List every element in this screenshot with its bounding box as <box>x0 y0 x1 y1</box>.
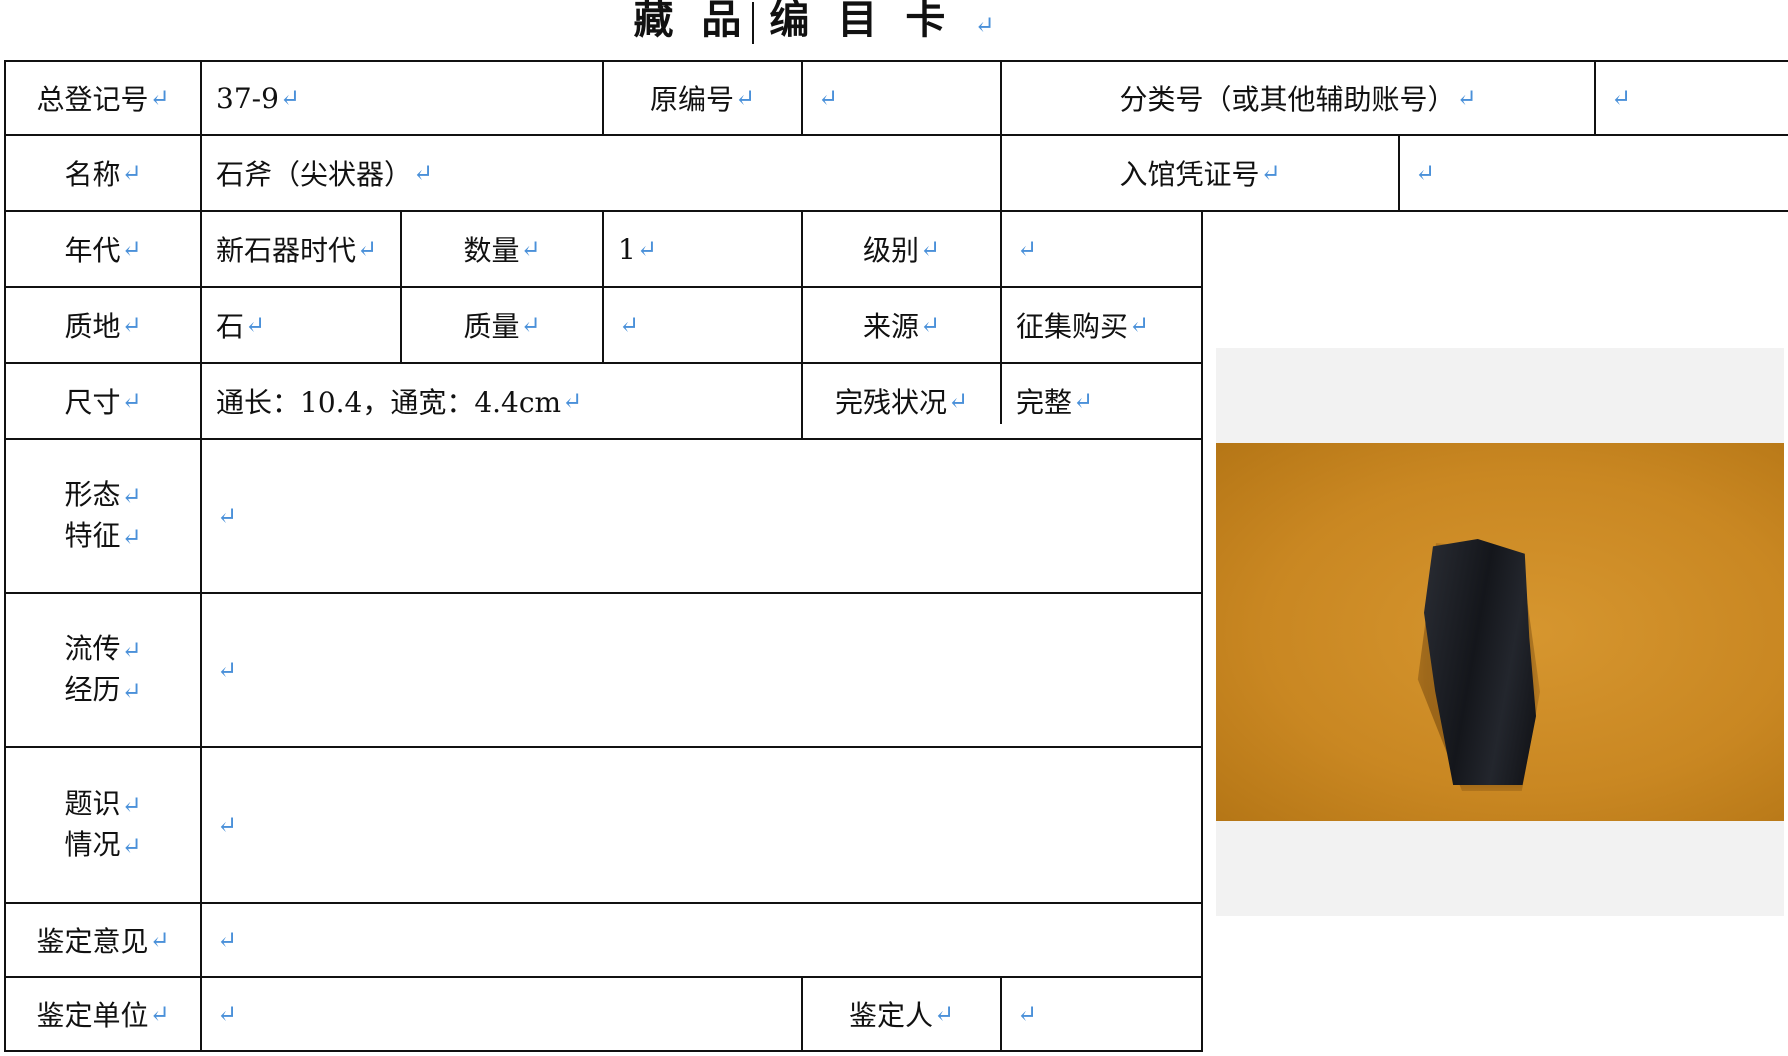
label-quantity: 数量 ↵ <box>463 234 541 267</box>
label-grade: 级别 ↵ <box>862 234 941 267</box>
label-appraiser: 鉴定人 ↵ <box>848 999 955 1032</box>
label-entry-cert-no: 入馆凭证号 ↵ <box>1119 158 1281 191</box>
value-mass[interactable]: ↵ <box>604 288 801 362</box>
label-condition: 完残状况 ↵ <box>834 386 969 419</box>
value-history[interactable]: ↵ <box>202 594 1201 746</box>
label-appraisal-opinion: 鉴定意见 ↵ <box>36 925 170 958</box>
value-shape[interactable]: ↵ <box>202 440 1201 592</box>
label-class-no: 分类号（或其他辅助账号） ↵ <box>1119 83 1477 116</box>
label-appraisal-unit: 鉴定单位 ↵ <box>36 999 170 1032</box>
label-total-reg-no: 总登记号 ↵ <box>36 83 170 116</box>
value-appraiser[interactable]: ↵ <box>1002 978 1201 1050</box>
value-inscription[interactable]: ↵ <box>202 748 1201 902</box>
value-entry-cert-no[interactable]: ↵ <box>1400 136 1788 210</box>
value-name[interactable]: 石斧（尖状器） ↵ <box>202 136 1000 210</box>
card-title: 藏品编目卡↵ <box>633 0 995 43</box>
value-appraisal-opinion[interactable]: ↵ <box>202 904 1201 976</box>
label-size: 尺寸 ↵ <box>64 386 142 419</box>
label-history: 流传↵ 经历↵ <box>64 632 142 706</box>
value-total-reg-no[interactable]: 37-9 ↵ <box>202 62 602 134</box>
value-era[interactable]: 新石器时代 ↵ <box>202 212 400 286</box>
text-cursor <box>752 2 754 44</box>
label-shape: 形态↵ 特征↵ <box>64 478 142 552</box>
stone-axe-image <box>1424 539 1536 785</box>
value-size[interactable]: 通长：10.4，通宽：4.4cm ↵ <box>202 364 801 438</box>
label-era: 年代 ↵ <box>64 234 142 267</box>
label-source: 来源 ↵ <box>862 310 941 343</box>
value-original-no[interactable]: ↵ <box>803 62 1000 134</box>
value-grade[interactable]: ↵ <box>1002 212 1201 286</box>
label-mass: 质量 ↵ <box>463 310 541 343</box>
label-original-no: 原编号 ↵ <box>649 83 756 116</box>
label-name: 名称 ↵ <box>64 158 142 191</box>
label-material: 质地 ↵ <box>64 310 142 343</box>
value-quantity[interactable]: 1 ↵ <box>604 212 801 286</box>
label-inscription: 题识↵ 情况↵ <box>64 787 142 861</box>
value-material[interactable]: 石 ↵ <box>202 288 400 362</box>
value-appraisal-unit[interactable]: ↵ <box>202 978 801 1050</box>
value-source[interactable]: 征集购买 ↵ <box>1002 288 1201 362</box>
value-class-no[interactable]: ↵ <box>1596 62 1788 134</box>
artifact-photo[interactable] <box>1216 443 1784 821</box>
value-condition[interactable]: 完整 ↵ <box>1002 364 1201 438</box>
